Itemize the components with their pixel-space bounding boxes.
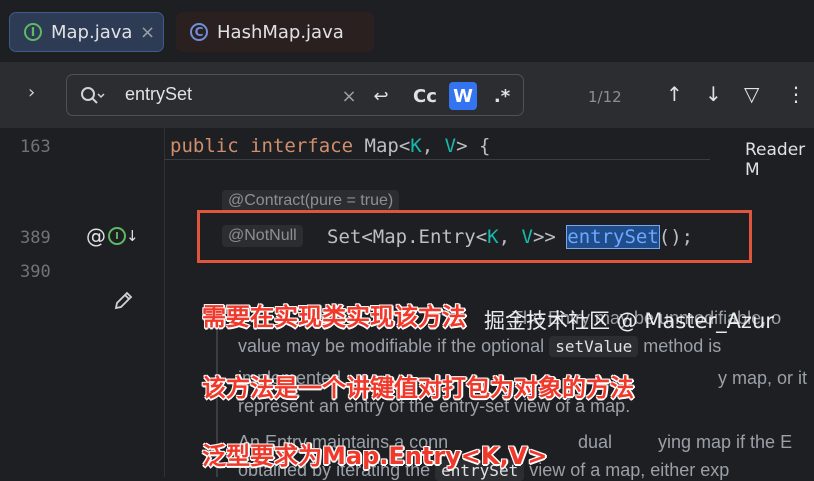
code-text: > {	[456, 135, 491, 157]
doc-text: view of a map, either exp	[524, 460, 730, 480]
previous-match-icon[interactable]: ↑	[666, 82, 683, 106]
interface-icon: I	[24, 23, 42, 41]
search-box: × ↩ Cc W .*	[66, 74, 524, 116]
doc-text: dual	[578, 432, 613, 452]
code-text: ,	[421, 135, 445, 157]
line-number: 389	[20, 228, 51, 248]
doc-line: value may be modifiable if the optional …	[238, 336, 721, 357]
line-number: 163	[20, 137, 51, 157]
annotation-note-implement: 需要在实现类实现该方法	[202, 303, 466, 331]
match-count: 1/12	[588, 88, 622, 106]
regex-button[interactable]: .*	[489, 82, 515, 110]
doc-text: ying map if the E	[658, 432, 793, 452]
next-match-icon[interactable]: ↓	[705, 82, 722, 106]
line-number: 390	[20, 262, 51, 282]
clear-search-button[interactable]: ×	[339, 82, 359, 110]
tab-map-java[interactable]: I Map.java ×	[9, 12, 164, 52]
doc-code: setValue	[549, 336, 639, 357]
type-param: V	[444, 135, 457, 157]
contract-inlay-hint: @Contract(pure = true)	[222, 190, 400, 212]
gutter-divider	[164, 128, 165, 477]
tab-hashmap-java[interactable]: C HashMap.java	[176, 12, 374, 52]
tab-label: HashMap.java	[217, 21, 344, 43]
reader-mode-toggle[interactable]: Reader M	[745, 140, 814, 180]
more-options-icon[interactable]: ⋮	[786, 82, 806, 106]
implemented-interface-icon[interactable]: I	[108, 227, 126, 245]
class-icon: C	[190, 23, 208, 41]
search-input[interactable]	[123, 83, 327, 106]
search-history-icon[interactable]	[79, 85, 105, 111]
code-text: Map<	[364, 135, 411, 157]
whole-words-button[interactable]: W	[449, 82, 477, 110]
sticky-lines-separator	[164, 159, 710, 160]
close-icon[interactable]: ×	[140, 22, 155, 43]
match-case-button[interactable]: Cc	[411, 82, 439, 110]
filter-icon[interactable]: ▽	[744, 82, 759, 106]
doc-text: method is	[638, 336, 722, 356]
annotation-gutter-icon[interactable]: @	[86, 224, 106, 248]
keyword: interface	[250, 135, 354, 157]
annotation-note-entryset: 该方法是一个讲键值对打包为对象的方法	[202, 374, 634, 402]
doc-text: y map, or it	[718, 368, 808, 388]
expand-replace-chevron-icon[interactable]: ›	[28, 82, 35, 103]
annotation-note-generic: 泛型要求为Map.Entry<K,V>	[202, 442, 548, 470]
gutter-markers: @ I ↓	[86, 224, 139, 248]
editor-tab-bar: I Map.java × C HashMap.java	[0, 0, 814, 62]
doc-text: value may be modifiable if the optional	[238, 336, 550, 356]
implementations-arrow-icon[interactable]: ↓	[126, 227, 139, 245]
find-bar: › × ↩ Cc W .* 1/12 ↑ ↓ ▽ ⋮	[0, 62, 814, 128]
new-line-button[interactable]: ↩	[369, 82, 393, 110]
annotation-red-box	[197, 210, 752, 263]
watermark: 掘金技术社区 @ Master_Azur	[484, 309, 774, 333]
sticky-interface-declaration[interactable]: public interface Map<K, V> {	[170, 135, 490, 157]
tab-label: Map.java	[51, 21, 133, 43]
keyword: public	[170, 135, 239, 157]
type-param: K	[410, 135, 422, 157]
edit-pencil-icon[interactable]	[112, 290, 134, 316]
